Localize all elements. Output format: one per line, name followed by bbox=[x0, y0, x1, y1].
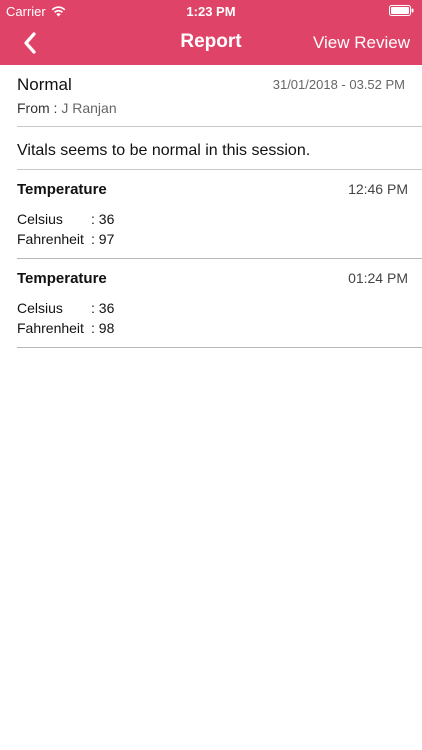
reading-row: Celsius : 36 bbox=[17, 300, 114, 316]
battery-icon bbox=[389, 5, 414, 16]
header: Carrier 1:23 PM Report View Review bbox=[0, 0, 422, 65]
status-bar: Carrier 1:23 PM bbox=[0, 0, 422, 22]
reading-value: : 36 bbox=[91, 211, 115, 227]
reading-value: : 36 bbox=[91, 300, 115, 316]
from-label: From : bbox=[17, 100, 62, 116]
report-date: 31/01/2018 - 03.52 PM bbox=[272, 77, 405, 92]
note-text: Vitals seems to be normal in this sessio… bbox=[17, 142, 311, 159]
status-time: 1:23 PM bbox=[186, 4, 236, 19]
reading-row: Fahrenheit : 98 bbox=[17, 320, 114, 336]
reading-row: Celsius : 36 bbox=[17, 211, 114, 227]
from-name: J Ranjan bbox=[61, 100, 117, 116]
report-note: Vitals seems to be normal in this sessio… bbox=[17, 127, 422, 170]
reading-key: Fahrenheit bbox=[17, 231, 84, 247]
navbar: Report View Review bbox=[0, 22, 422, 65]
reading-time: 01:24 PM bbox=[348, 270, 408, 286]
reading-key: Celsius bbox=[17, 300, 63, 316]
report-content: Normal 31/01/2018 - 03.52 PM From : J Ra… bbox=[0, 65, 422, 348]
reading-time: 12:46 PM bbox=[348, 181, 408, 197]
report-summary: Normal 31/01/2018 - 03.52 PM From : J Ra… bbox=[17, 65, 422, 127]
reading-title: Temperature bbox=[17, 181, 107, 198]
reading-item: Temperature 12:46 PM Celsius : 36 Fahrenh… bbox=[17, 170, 422, 259]
reading-value: : 98 bbox=[91, 320, 115, 336]
reading-row: Fahrenheit : 97 bbox=[17, 231, 114, 247]
reading-key: Fahrenheit bbox=[17, 320, 84, 336]
reading-title: Temperature bbox=[17, 270, 107, 287]
view-review-button[interactable]: View Review bbox=[313, 33, 410, 53]
report-status: Normal bbox=[17, 75, 72, 94]
reading-key: Celsius bbox=[17, 211, 63, 227]
report-from: From : J Ranjan bbox=[17, 100, 117, 116]
reading-item: Temperature 01:24 PM Celsius : 36 Fahrenh… bbox=[17, 259, 422, 348]
reading-value: : 97 bbox=[91, 231, 115, 247]
